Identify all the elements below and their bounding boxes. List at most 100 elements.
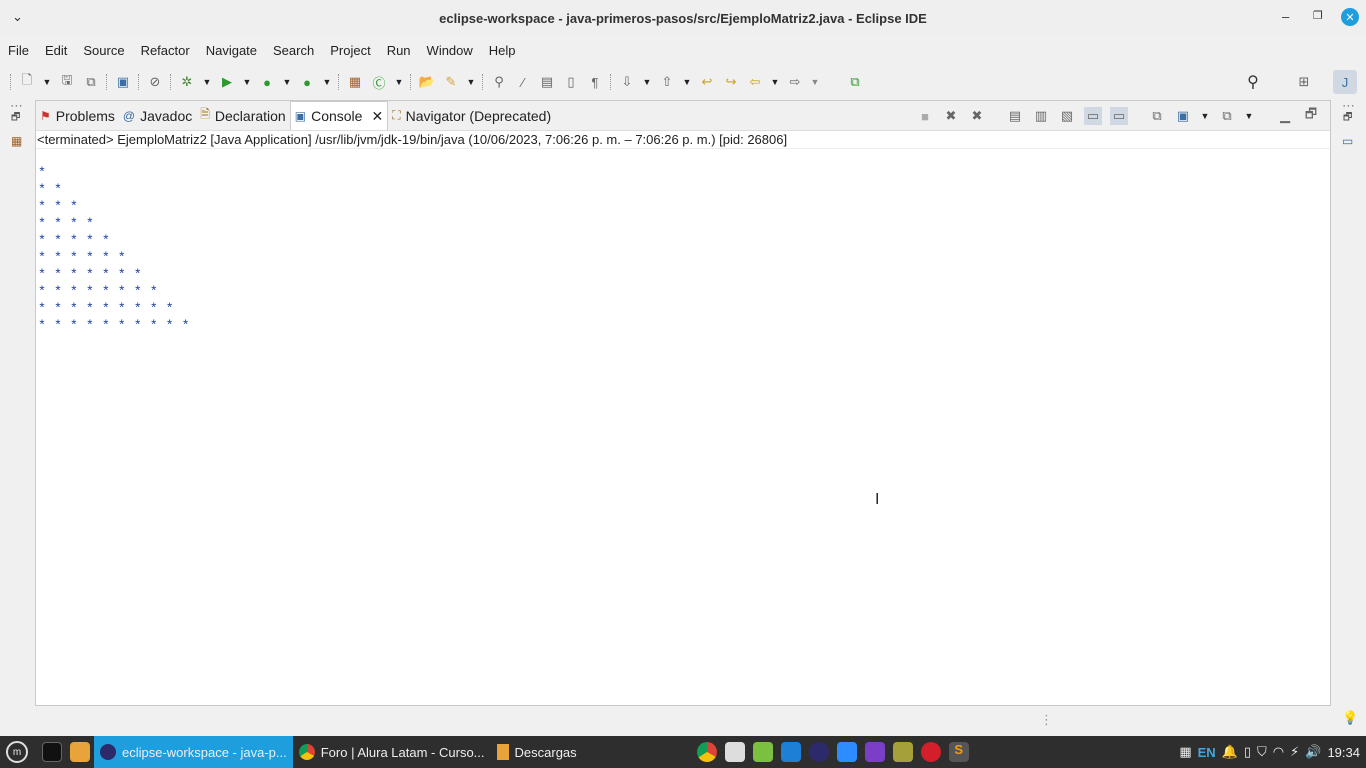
forward-icon[interactable]: ⇨ (786, 73, 804, 91)
vscode-launcher-icon[interactable] (780, 742, 801, 762)
save-all-icon[interactable]: ⧉ (82, 73, 100, 91)
save-icon[interactable]: 🖫 (58, 72, 76, 91)
marker-icon[interactable]: ∕ (514, 73, 532, 91)
last-edit-icon[interactable]: ↩ (698, 73, 716, 91)
calculator-launcher-icon[interactable] (752, 742, 773, 762)
menu-edit[interactable]: Edit (45, 43, 67, 58)
maximize-button[interactable]: ❐ (1313, 9, 1323, 22)
tab-console[interactable]: ▣ Console ✕ (289, 101, 389, 130)
new-icon[interactable]: 🗋 (18, 72, 36, 91)
pin-console-icon[interactable]: ⧉ (1148, 107, 1166, 125)
chevron-down-icon[interactable]: ▼ (42, 73, 52, 91)
page-icon[interactable]: ▯ (562, 73, 580, 91)
close-tab-icon[interactable]: ✕ (371, 108, 383, 125)
back-icon[interactable]: ⇦ (746, 73, 764, 91)
external-tools-icon[interactable]: ● (298, 73, 316, 91)
open-console-icon[interactable]: ⧉ (1218, 107, 1236, 125)
shield-icon[interactable]: ⛉ (1257, 744, 1267, 760)
tab-javadoc[interactable]: @ Javadoc (119, 101, 196, 130)
zoom-launcher-icon[interactable] (836, 742, 857, 762)
chevron-down-icon[interactable]: ▼ (282, 73, 292, 91)
window-menu-chevron-icon[interactable]: ⌄ (12, 9, 23, 25)
tip-lightbulb-icon[interactable]: 💡 (1342, 710, 1358, 726)
menu-project[interactable]: Project (330, 43, 370, 58)
scroll-lock-icon[interactable]: ▥ (1032, 107, 1050, 125)
chevron-down-icon[interactable]: ▼ (1244, 107, 1254, 125)
terminate-icon[interactable]: ■ (916, 107, 934, 125)
app-launcher-icon[interactable] (892, 742, 913, 762)
outline-icon[interactable]: ▭ (1342, 134, 1353, 148)
tab-declaration[interactable]: 🗎 Declaration (196, 101, 289, 130)
open-type-icon[interactable]: 📂 (418, 73, 436, 91)
coverage-icon[interactable]: ● (258, 73, 276, 91)
chevron-down-icon[interactable]: ▼ (322, 73, 332, 91)
minimize-view-icon[interactable]: ▁ (1276, 107, 1294, 125)
search-task-icon[interactable]: ✎ (442, 73, 460, 91)
menu-file[interactable]: File (8, 43, 29, 58)
show-whitespace-icon[interactable]: ¶ (586, 73, 604, 91)
mint-menu-icon[interactable]: m (6, 741, 28, 763)
chevron-down-icon[interactable]: ▼ (242, 73, 252, 91)
chevron-down-icon[interactable]: ▼ (770, 73, 780, 91)
remove-launch-icon[interactable]: ✖ (942, 107, 960, 125)
clear-console-icon[interactable]: ▤ (1006, 107, 1024, 125)
eclipse-launcher-icon[interactable] (808, 742, 829, 762)
search-icon[interactable]: ⚲ (1244, 73, 1262, 91)
terminal-launcher-icon[interactable] (42, 742, 62, 762)
taskbar-item-eclipse[interactable]: eclipse-workspace - java-p... (94, 736, 293, 768)
package-explorer-icon[interactable]: ▦ (11, 134, 22, 148)
minimize-button[interactable]: – (1282, 9, 1289, 24)
next-annotation-icon[interactable]: ⇩ (618, 73, 636, 91)
word-wrap-icon[interactable]: ▧ (1058, 107, 1076, 125)
chevron-down-icon[interactable]: ▼ (1200, 107, 1210, 125)
chevron-down-icon[interactable]: ▼ (642, 73, 652, 91)
java-perspective-icon[interactable]: J (1333, 70, 1357, 94)
keyboard-layout[interactable]: EN (1198, 745, 1216, 760)
chevron-down-icon[interactable]: ▼ (466, 73, 476, 91)
chevron-down-icon[interactable]: ▼ (810, 73, 820, 91)
tab-problems[interactable]: ⚑ Problems (36, 101, 119, 130)
menu-search[interactable]: Search (273, 43, 314, 58)
notifications-icon[interactable]: 🔔 (1222, 744, 1238, 760)
open-perspective-icon[interactable]: ⧉ (846, 73, 864, 91)
chevron-down-icon[interactable]: ▼ (682, 73, 692, 91)
show-on-stderr-icon[interactable]: ▭ (1110, 107, 1128, 125)
run-icon[interactable]: ▶ (218, 73, 236, 91)
pin-icon[interactable]: ⚲ (490, 73, 508, 91)
restore-icon[interactable]: 🗗 (1343, 110, 1352, 127)
wifi-icon[interactable]: ◠ (1273, 744, 1284, 760)
chevron-down-icon[interactable]: ▼ (394, 73, 404, 91)
settings-launcher-icon[interactable] (724, 742, 745, 762)
tab-navigator[interactable]: ⛶ Navigator (Deprecated) (388, 101, 555, 130)
new-class-icon[interactable]: Ⓒ (370, 73, 388, 91)
calculator-tray-icon[interactable]: ▦ (1179, 744, 1191, 760)
taskbar-item-files[interactable]: Descargas (491, 736, 583, 768)
terminal-icon[interactable]: ▣ (114, 73, 132, 91)
volume-icon[interactable]: 🔊 (1305, 744, 1321, 760)
maximize-view-icon[interactable]: 🗗 (1302, 106, 1320, 125)
prev-annotation-icon[interactable]: ⇧ (658, 73, 676, 91)
block-select-icon[interactable]: ▤ (538, 73, 556, 91)
intellij-launcher-icon[interactable] (864, 742, 885, 762)
mega-launcher-icon[interactable] (920, 742, 941, 762)
menu-window[interactable]: Window (427, 43, 473, 58)
remove-all-icon[interactable]: ✖ (968, 107, 986, 125)
menu-source[interactable]: Source (83, 43, 124, 58)
chevron-down-icon[interactable]: ▼ (202, 73, 212, 91)
menu-run[interactable]: Run (387, 43, 411, 58)
new-package-icon[interactable]: ▦ (346, 73, 364, 91)
sublime-launcher-icon[interactable]: S (948, 742, 969, 762)
power-icon[interactable]: ⚡ (1290, 744, 1299, 760)
forward-edit-icon[interactable]: ↪ (722, 73, 740, 91)
close-button[interactable]: ✕ (1341, 8, 1359, 26)
drag-handle[interactable]: ⋮ (1040, 712, 1053, 728)
debug-icon[interactable]: ✲ (178, 73, 196, 91)
menu-help[interactable]: Help (489, 43, 516, 58)
menu-navigate[interactable]: Navigate (206, 43, 257, 58)
clock[interactable]: 19:34 (1327, 745, 1360, 760)
chrome-launcher-icon[interactable] (696, 742, 717, 762)
clipboard-icon[interactable]: ▯ (1244, 744, 1251, 760)
perspective-icon[interactable]: ⊞ (1295, 73, 1313, 91)
skip-breakpoints-icon[interactable]: ⊘ (146, 73, 164, 91)
show-on-stdout-icon[interactable]: ▭ (1084, 107, 1102, 125)
